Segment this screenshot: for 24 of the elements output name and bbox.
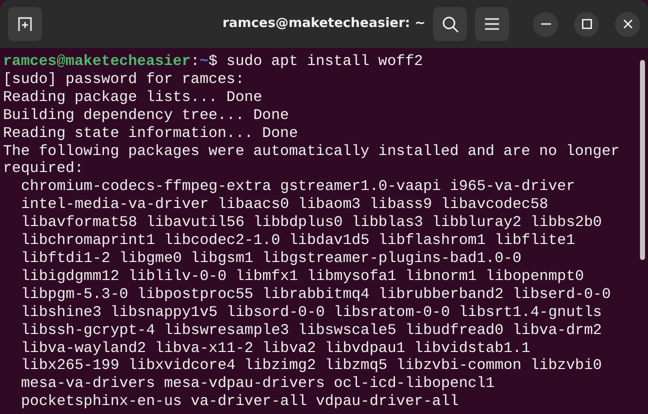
output-line: Building dependency tree... Done — [3, 108, 289, 126]
package-list-line: libchromaprint1 libcodec2-1.0 libdav1d5 libflashrom1 libflite1 — [20, 233, 576, 251]
package-list-line: mesa-va-drivers mesa-vdpau-drivers ocl-icd-libopencl1 — [20, 376, 495, 394]
package-list-line: libssh-gcrypt-4 libswresample3 libswscale5 libudfread0 libva-drm2 — [20, 322, 602, 340]
output-line: The following packages were automatically installed and are no longer — [3, 144, 620, 161]
output-line: required: — [3, 161, 84, 179]
package-list-line: chromium-codecs-ffmpeg-extra gstreamer1.0-vaapi i965-va-driver — [20, 179, 576, 197]
package-list-line: libftdi1-2 libgme0 libgsm1 libgstreamer-plugins-bad1.0-0 — [20, 250, 522, 269]
output-line: Reading package lists... Done — [3, 90, 262, 108]
output-line: Reading state information... Done — [3, 126, 298, 144]
package-list-line: intel-media-va-driver libaacs0 libaom3 libass9 libavcodec58 — [20, 197, 548, 215]
prompt-separator: : — [190, 54, 200, 70]
output-line: [sudo] password for ramces: — [3, 72, 244, 90]
window-title: ramces@maketecheasier: ~ — [222, 16, 426, 31]
package-list-line: libavformat58 libavutil56 libbdplus0 libblas3 libbluray2 libbs2b0 — [20, 215, 602, 233]
package-list-line: libigdgmm12 liblilv-0-0 libmfx1 libmysofa1 libnorm1 libopenmpt0 — [20, 268, 584, 287]
command-text: $ sudo apt install woff2 — [208, 54, 423, 70]
package-list-line: libx265-199 libxvidcore4 libzimg2 libzmq5 libzvbi-common libzvbi0 — [20, 358, 602, 376]
package-list-line: libshine3 libsnappy1v5 libsord-0-0 libsratom-0-0 libsrt1.4-gnutls — [20, 304, 602, 323]
package-list-line: libpgm-5.3-0 libpostproc55 librabbitmq4 librubberband2 libserd-0-0 — [20, 286, 611, 305]
package-list-line: pocketsphinx-en-us va-driver-all vdpau-driver-all — [20, 394, 459, 412]
prompt-user: ramces@maketecheasier — [3, 54, 191, 70]
package-list-line: libva-wayland2 libva-x11-2 libva2 libvdpau1 libvidstab1.1 — [20, 340, 530, 358]
prompt-path: ~ — [200, 54, 209, 70]
